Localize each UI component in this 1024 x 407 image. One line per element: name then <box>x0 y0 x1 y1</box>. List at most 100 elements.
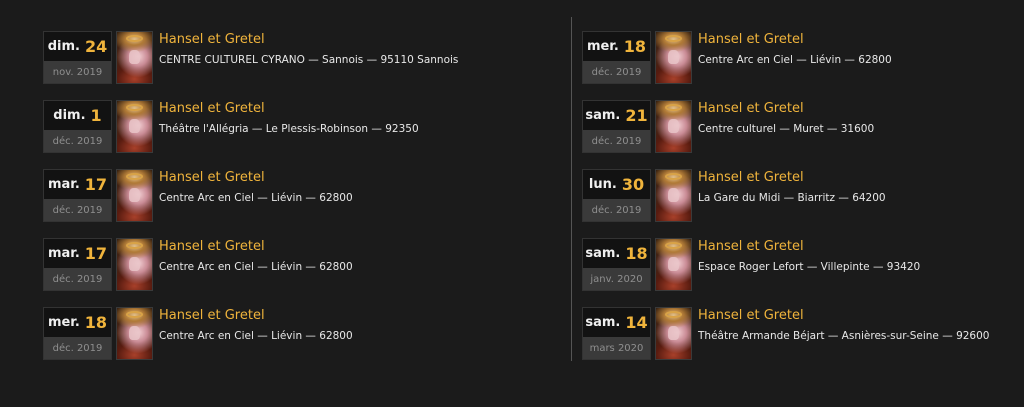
date-badge: sam. 21 déc. 2019 <box>582 100 651 153</box>
event-title-link[interactable]: Hansel et Gretel <box>159 169 353 187</box>
weekday: lun. <box>588 177 617 192</box>
poster-thumbnail[interactable] <box>655 238 692 291</box>
event-info: Hansel et Gretel Centre Arc en Ciel — Li… <box>159 307 353 343</box>
month-year: déc. 2019 <box>44 130 111 152</box>
event-info: Hansel et Gretel Centre culturel — Muret… <box>698 100 874 136</box>
event-venue: CENTRE CULTUREL CYRANO — Sannois — 95110… <box>159 54 459 66</box>
day-number: 24 <box>84 37 108 56</box>
date-top: sam. 21 <box>583 101 650 130</box>
event-title-link[interactable]: Hansel et Gretel <box>159 100 419 118</box>
date-badge: dim. 1 déc. 2019 <box>43 100 112 153</box>
event-info: Hansel et Gretel Centre Arc en Ciel — Li… <box>159 169 353 205</box>
date-top: mar. 17 <box>44 239 111 268</box>
event-title-link[interactable]: Hansel et Gretel <box>159 307 353 325</box>
event-info: Hansel et Gretel CENTRE CULTUREL CYRANO … <box>159 31 458 67</box>
month-year: janv. 2020 <box>583 268 650 290</box>
day-number: 14 <box>625 313 648 332</box>
date-top: dim. 1 <box>44 101 111 130</box>
poster-thumbnail[interactable] <box>655 100 692 153</box>
event-info: Hansel et Gretel Théâtre Armande Béjart … <box>698 307 989 343</box>
date-top: sam. 14 <box>583 308 650 337</box>
weekday: dim. <box>47 39 80 54</box>
date-top: lun. 30 <box>583 170 650 199</box>
event-info: Hansel et Gretel Espace Roger Lefort — V… <box>698 238 920 274</box>
poster-thumbnail[interactable] <box>116 238 153 291</box>
event-item[interactable]: mer. 18 déc. 2019 Hansel et Gretel Centr… <box>43 307 503 360</box>
column-divider <box>571 17 572 361</box>
date-top: mer. 18 <box>44 308 111 337</box>
month-year: déc. 2019 <box>44 337 111 359</box>
event-item[interactable]: lun. 30 déc. 2019 Hansel et Gretel La Ga… <box>582 169 1024 222</box>
event-info: Hansel et Gretel Théâtre l'Allégria — Le… <box>159 100 419 136</box>
day-number: 1 <box>90 106 102 125</box>
event-item[interactable]: sam. 21 déc. 2019 Hansel et Gretel Centr… <box>582 100 1024 153</box>
date-badge: dim. 24 nov. 2019 <box>43 31 112 84</box>
event-title-link[interactable]: Hansel et Gretel <box>698 169 886 187</box>
event-item[interactable]: mer. 18 déc. 2019 Hansel et Gretel Centr… <box>582 31 1024 84</box>
day-number: 18 <box>84 313 108 332</box>
event-item[interactable]: dim. 24 nov. 2019 Hansel et Gretel CENTR… <box>43 31 503 84</box>
event-venue: Théâtre Armande Béjart — Asnières-sur-Se… <box>698 330 990 342</box>
day-number: 30 <box>621 175 645 194</box>
event-title-link[interactable]: Hansel et Gretel <box>159 238 353 256</box>
day-number: 17 <box>84 175 108 194</box>
poster-thumbnail[interactable] <box>655 31 692 84</box>
day-number: 21 <box>625 106 648 125</box>
event-venue: La Gare du Midi — Biarritz — 64200 <box>698 192 886 204</box>
event-venue: Centre Arc en Ciel — Liévin — 62800 <box>159 261 353 273</box>
month-year: déc. 2019 <box>583 130 650 152</box>
day-number: 17 <box>84 244 108 263</box>
weekday: mer. <box>586 39 619 54</box>
poster-thumbnail[interactable] <box>116 31 153 84</box>
poster-thumbnail[interactable] <box>655 169 692 222</box>
weekday: sam. <box>585 315 621 330</box>
event-title-link[interactable]: Hansel et Gretel <box>159 31 458 49</box>
event-venue: Espace Roger Lefort — Villepinte — 93420 <box>698 261 921 273</box>
event-list-page: dim. 24 nov. 2019 Hansel et Gretel CENTR… <box>0 0 1024 407</box>
date-top: mer. 18 <box>583 32 650 61</box>
month-year: nov. 2019 <box>44 61 111 83</box>
date-badge: mar. 17 déc. 2019 <box>43 238 112 291</box>
event-title-link[interactable]: Hansel et Gretel <box>698 100 874 118</box>
month-year: mars 2020 <box>583 337 650 359</box>
date-top: mar. 17 <box>44 170 111 199</box>
date-badge: mar. 17 déc. 2019 <box>43 169 112 222</box>
month-year: déc. 2019 <box>44 268 111 290</box>
date-badge: sam. 14 mars 2020 <box>582 307 651 360</box>
event-info: Hansel et Gretel La Gare du Midi — Biarr… <box>698 169 886 205</box>
poster-thumbnail[interactable] <box>116 100 153 153</box>
month-year: déc. 2019 <box>583 61 650 83</box>
date-top: sam. 18 <box>583 239 650 268</box>
event-item[interactable]: sam. 14 mars 2020 Hansel et Gretel Théât… <box>582 307 1024 360</box>
event-item[interactable]: mar. 17 déc. 2019 Hansel et Gretel Centr… <box>43 169 503 222</box>
event-venue: Centre Arc en Ciel — Liévin — 62800 <box>698 54 892 66</box>
event-item[interactable]: sam. 18 janv. 2020 Hansel et Gretel Espa… <box>582 238 1024 291</box>
date-badge: mer. 18 déc. 2019 <box>582 31 651 84</box>
day-number: 18 <box>623 37 647 56</box>
day-number: 18 <box>625 244 648 263</box>
date-badge: sam. 18 janv. 2020 <box>582 238 651 291</box>
weekday: mar. <box>47 246 80 261</box>
poster-thumbnail[interactable] <box>116 169 153 222</box>
event-venue: Centre Arc en Ciel — Liévin — 62800 <box>159 330 353 342</box>
event-item[interactable]: dim. 1 déc. 2019 Hansel et Gretel Théâtr… <box>43 100 503 153</box>
weekday: mar. <box>47 177 80 192</box>
event-venue: Théâtre l'Allégria — Le Plessis-Robinson… <box>159 123 419 135</box>
event-venue: Centre Arc en Ciel — Liévin — 62800 <box>159 192 353 204</box>
weekday: dim. <box>53 108 86 123</box>
event-title-link[interactable]: Hansel et Gretel <box>698 238 920 256</box>
date-badge: mer. 18 déc. 2019 <box>43 307 112 360</box>
month-year: déc. 2019 <box>583 199 650 221</box>
weekday: mer. <box>47 315 80 330</box>
event-info: Hansel et Gretel Centre Arc en Ciel — Li… <box>698 31 892 67</box>
month-year: déc. 2019 <box>44 199 111 221</box>
event-venue: Centre culturel — Muret — 31600 <box>698 123 875 135</box>
poster-thumbnail[interactable] <box>655 307 692 360</box>
event-item[interactable]: mar. 17 déc. 2019 Hansel et Gretel Centr… <box>43 238 503 291</box>
event-title-link[interactable]: Hansel et Gretel <box>698 31 892 49</box>
event-title-link[interactable]: Hansel et Gretel <box>698 307 989 325</box>
event-info: Hansel et Gretel Centre Arc en Ciel — Li… <box>159 238 353 274</box>
poster-thumbnail[interactable] <box>116 307 153 360</box>
date-top: dim. 24 <box>44 32 111 61</box>
weekday: sam. <box>585 108 621 123</box>
